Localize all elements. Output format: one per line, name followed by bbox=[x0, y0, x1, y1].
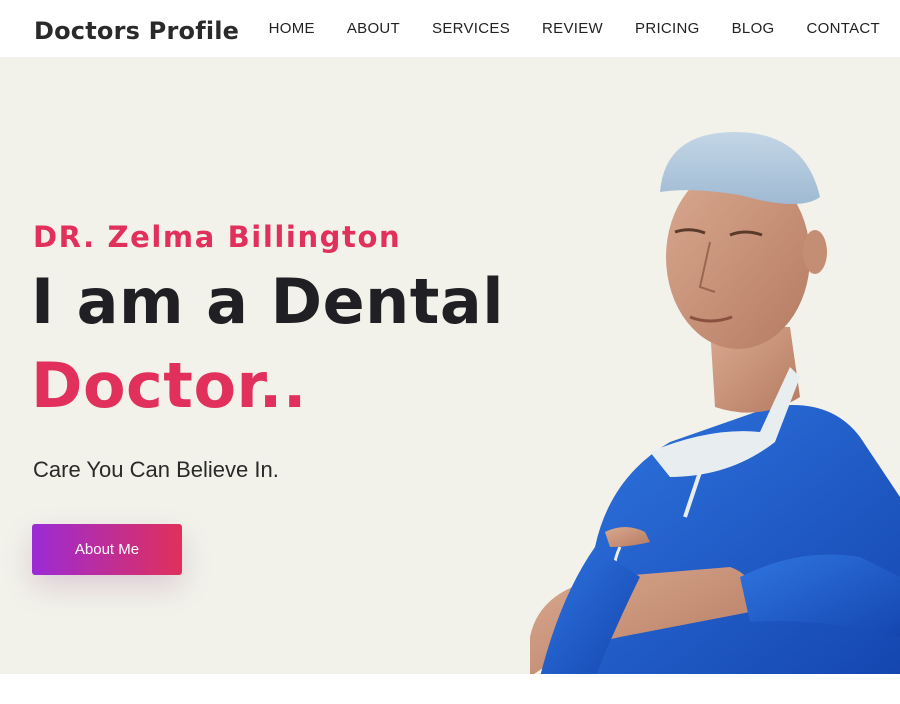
hero-tagline: Care You Can Believe In. bbox=[33, 457, 279, 482]
nav-home-link[interactable]: HOME bbox=[269, 20, 315, 37]
doctor-photo bbox=[530, 132, 900, 674]
nav-services-link[interactable]: SERVICES bbox=[432, 20, 510, 37]
nav-about-link[interactable]: ABOUT bbox=[347, 20, 400, 37]
doctor-name: DR. Zelma Billington bbox=[33, 220, 402, 254]
hero-headline-line2: Doctor.. bbox=[31, 349, 307, 422]
nav-contact-link[interactable]: CONTACT bbox=[807, 20, 880, 37]
nav-pricing-link[interactable]: PRICING bbox=[635, 20, 700, 37]
main-menu: HOME ABOUT SERVICES REVIEW PRICING BLOG … bbox=[237, 20, 880, 37]
nav-blog-link[interactable]: BLOG bbox=[732, 20, 775, 37]
site-logo[interactable]: Doctors Profile bbox=[34, 17, 239, 45]
section-divider bbox=[0, 674, 900, 704]
about-me-button[interactable]: About Me bbox=[32, 524, 182, 575]
hero-section: DR. Zelma Billington I am a Dental Docto… bbox=[0, 57, 900, 674]
top-navbar: Doctors Profile HOME ABOUT SERVICES REVI… bbox=[0, 0, 900, 57]
hero-headline-line1: I am a Dental bbox=[31, 265, 504, 338]
nav-review-link[interactable]: REVIEW bbox=[542, 20, 603, 37]
